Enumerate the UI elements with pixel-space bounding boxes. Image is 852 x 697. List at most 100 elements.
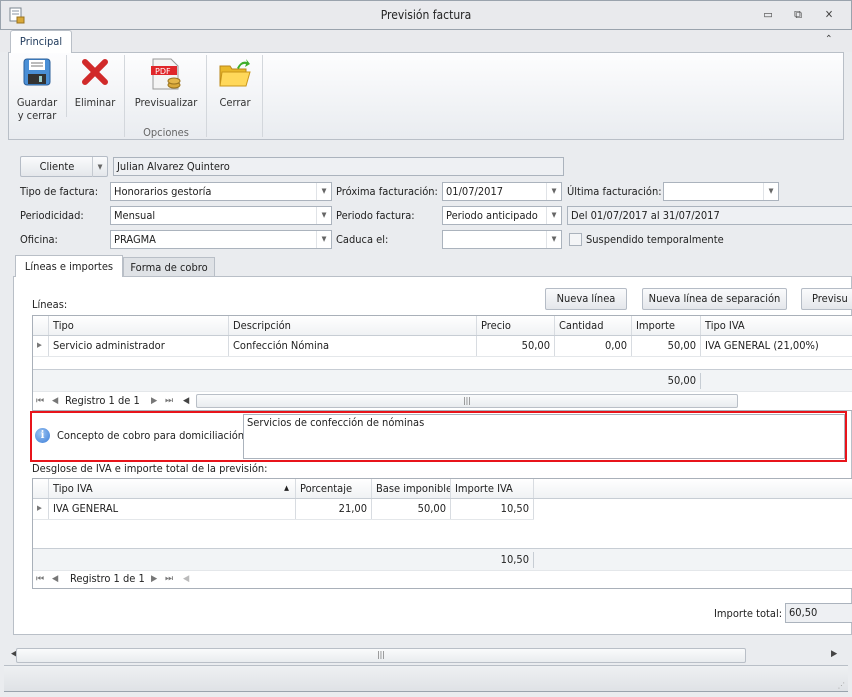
cliente-button[interactable]: Cliente ▼: [20, 156, 108, 177]
oficina-select[interactable]: PRAGMA ▼: [110, 230, 332, 249]
window-title: Previsión factura: [380, 8, 472, 22]
minimize-button[interactable]: ▭: [761, 9, 775, 21]
desglose-grid: Tipo IVA ▲ Porcentaje Base imponible Impo…: [32, 478, 852, 589]
grid-footer: 10,50: [33, 548, 852, 570]
grid-navigator: ⏮ ◀ Registro 1 de 1 ▶ ⏭ ◀ |||: [33, 391, 852, 410]
column-header-descripcion[interactable]: Descripción: [229, 316, 477, 335]
cell-precio[interactable]: 50,00: [477, 336, 555, 356]
status-bar: ⋰: [4, 665, 848, 692]
svg-text:PDF: PDF: [155, 67, 171, 76]
next-record-icon[interactable]: ▶: [151, 574, 157, 584]
next-record-icon[interactable]: ▶: [151, 396, 157, 406]
first-record-icon[interactable]: ⏮: [36, 574, 44, 584]
first-record-icon[interactable]: ⏮: [36, 396, 44, 406]
periodicidad-select[interactable]: Mensual ▼: [110, 206, 332, 225]
column-header-base-imponible[interactable]: Base imponible: [372, 479, 451, 498]
proxima-facturacion-date[interactable]: 01/07/2017 ▼: [442, 182, 562, 201]
tipo-factura-select[interactable]: Honorarios gestoría ▼: [110, 182, 332, 201]
last-record-icon[interactable]: ⏭: [165, 574, 173, 584]
cell-cantidad[interactable]: 0,00: [555, 336, 632, 356]
ultima-facturacion-date[interactable]: ▼: [663, 182, 779, 201]
cell-porcentaje[interactable]: 21,00: [296, 499, 372, 519]
preview-button[interactable]: PDF Previsualizar: [128, 58, 204, 109]
form-horizontal-scrollbar[interactable]: |||: [16, 648, 746, 663]
sort-ascending-icon: ▲: [284, 484, 289, 492]
caduca-label: Caduca el:: [336, 233, 389, 246]
periodo-factura-select[interactable]: Periodo anticipado ▼: [442, 206, 562, 225]
floppy-disk-icon: [21, 58, 53, 90]
save-label-1: Guardar: [16, 96, 58, 109]
cell-importe[interactable]: 50,00: [632, 336, 701, 356]
save-label-2: y cerrar: [17, 109, 57, 122]
red-x-icon: [79, 58, 111, 90]
column-header-tipo-iva[interactable]: Tipo IVA ▲: [49, 479, 296, 498]
tab-forma-cobro[interactable]: Forma de cobro: [123, 257, 215, 276]
delete-button[interactable]: Eliminar: [70, 58, 120, 109]
lineas-label: Líneas:: [32, 298, 68, 311]
oficina-value: PRAGMA: [114, 233, 156, 246]
footer-total-iva: 10,50: [451, 552, 534, 568]
ribbon-group-label: Opciones: [143, 126, 189, 139]
close-form-button[interactable]: Cerrar: [210, 58, 260, 109]
ribbon-tab-principal[interactable]: Principal: [10, 30, 72, 53]
table-row[interactable]: ▶ Servicio administrador Confección Nómi…: [33, 336, 852, 357]
column-header-importe[interactable]: Importe: [632, 316, 701, 335]
prev-record-icon[interactable]: ◀: [52, 396, 58, 406]
column-header-precio[interactable]: Precio: [477, 316, 555, 335]
last-record-icon[interactable]: ⏭: [165, 396, 173, 406]
record-counter: Registro 1 de 1: [70, 572, 145, 585]
periodo-label: Periodo factura:: [336, 209, 415, 222]
collapse-ribbon-icon[interactable]: ⌃: [825, 34, 833, 45]
suspendido-checkbox[interactable]: [569, 233, 582, 246]
ultima-label: Última facturación:: [567, 185, 662, 198]
chevron-down-icon[interactable]: ▼: [316, 231, 331, 248]
cell-tipo-iva[interactable]: IVA GENERAL: [49, 499, 296, 519]
previsualizar-lineas-button[interactable]: Previsu: [801, 288, 852, 310]
chevron-down-icon[interactable]: ▼: [763, 183, 778, 200]
restore-button[interactable]: ⧉: [791, 9, 805, 21]
caduca-date[interactable]: ▼: [442, 230, 562, 249]
lineas-grid: Tipo Descripción Precio Cantidad Importe…: [32, 315, 852, 411]
save-close-button[interactable]: Guardar y cerrar: [12, 58, 62, 122]
cell-tipo-iva[interactable]: IVA GENERAL (21,00%): [701, 336, 852, 356]
group-separator: [124, 55, 125, 137]
scroll-left-icon[interactable]: ◀: [183, 396, 189, 406]
chevron-down-icon[interactable]: ▼: [546, 183, 561, 200]
column-header-tipo-iva[interactable]: Tipo IVA: [701, 316, 852, 335]
row-indicator-icon: ▶: [33, 336, 49, 356]
column-header-tipo[interactable]: Tipo: [49, 316, 229, 335]
chevron-down-icon[interactable]: ▼: [316, 207, 331, 224]
resize-grip-icon[interactable]: ⋰: [838, 681, 845, 690]
periodo-range-field: Del 01/07/2017 al 31/07/2017: [567, 206, 852, 225]
prev-record-icon[interactable]: ◀: [52, 574, 58, 584]
proxima-label: Próxima facturación:: [336, 185, 438, 198]
column-header-importe-iva[interactable]: Importe IVA: [451, 479, 534, 498]
cell-tipo[interactable]: Servicio administrador: [49, 336, 229, 356]
separator: [66, 55, 67, 117]
cliente-field[interactable]: Julian Alvarez Quintero: [113, 157, 564, 176]
column-header-porcentaje[interactable]: Porcentaje: [296, 479, 372, 498]
chevron-down-icon[interactable]: ▼: [92, 157, 107, 177]
info-icon: i: [35, 428, 50, 443]
close-button[interactable]: ✕: [822, 9, 836, 21]
proxima-value: 01/07/2017: [446, 185, 504, 198]
tab-lineas-importes[interactable]: Líneas e importes: [15, 255, 123, 277]
cell-importe-iva[interactable]: 10,50: [451, 499, 534, 519]
chevron-down-icon[interactable]: ▼: [316, 183, 331, 200]
cell-descripcion[interactable]: Confección Nómina: [229, 336, 477, 356]
scroll-left-icon[interactable]: ◀: [183, 574, 189, 584]
nueva-linea-button[interactable]: Nueva línea: [545, 288, 627, 310]
cell-base-imponible[interactable]: 50,00: [372, 499, 451, 519]
table-row[interactable]: ▶ IVA GENERAL 21,00 50,00 10,50: [33, 499, 534, 520]
close-form-label: Cerrar: [219, 96, 251, 109]
lineas-horizontal-scrollbar[interactable]: |||: [196, 394, 738, 408]
chevron-down-icon[interactable]: ▼: [546, 207, 561, 224]
record-counter: Registro 1 de 1: [65, 394, 140, 407]
nueva-linea-separacion-button[interactable]: Nueva línea de separación: [642, 288, 787, 310]
grid-header: Tipo Descripción Precio Cantidad Importe…: [33, 316, 852, 336]
column-header-cantidad[interactable]: Cantidad: [555, 316, 632, 335]
scroll-right-icon[interactable]: ▶: [831, 649, 837, 659]
importe-total-field: 60,50: [785, 603, 852, 623]
chevron-down-icon[interactable]: ▼: [546, 231, 561, 248]
concepto-textarea[interactable]: Servicios de confección de nóminas: [243, 414, 845, 459]
